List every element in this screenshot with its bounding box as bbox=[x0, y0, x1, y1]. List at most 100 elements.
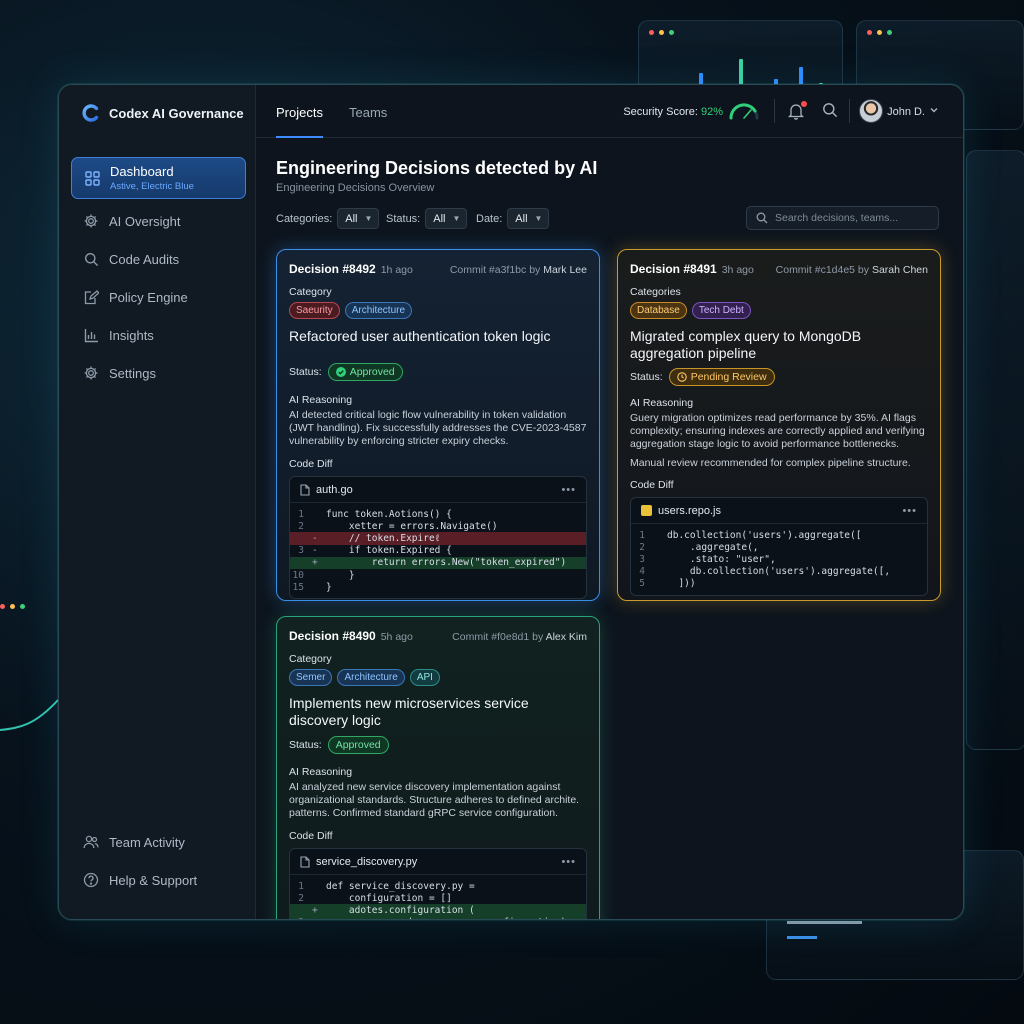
filter-label: Date: bbox=[476, 212, 503, 225]
code-text: db.collection('users').aggregate([, bbox=[667, 566, 891, 578]
tag[interactable]: Database bbox=[630, 302, 687, 319]
security-score-value: 92% bbox=[700, 106, 723, 118]
sidebar-item-insights[interactable]: Insights bbox=[71, 316, 246, 354]
filter-label: Status: bbox=[386, 212, 421, 225]
tag[interactable]: Saeurity bbox=[289, 302, 340, 319]
status-badge: Approved bbox=[327, 736, 389, 754]
line-number: 2 bbox=[298, 520, 304, 532]
reasoning-label: AI Reasoning bbox=[289, 766, 353, 778]
status-select[interactable]: All ▼ bbox=[425, 208, 468, 229]
commit-info[interactable]: Commit #f0e8d1 by Alex Kim bbox=[452, 631, 587, 643]
search-box[interactable] bbox=[746, 206, 939, 230]
tag[interactable]: Architecture bbox=[344, 302, 413, 319]
sidebar-item-ai-oversight[interactable]: AI Oversight bbox=[71, 202, 246, 240]
categories-select[interactable]: All ▼ bbox=[337, 208, 380, 229]
tag[interactable]: API bbox=[409, 669, 440, 686]
code-text: uneer.dzscoveryys = configuration), bbox=[326, 917, 572, 919]
diff-sign: - bbox=[312, 545, 318, 557]
filter-date: Date: All ▼ bbox=[476, 208, 550, 229]
user-name[interactable]: John D. bbox=[887, 106, 925, 118]
gauge-icon bbox=[729, 103, 759, 120]
sidebar-item-help-support[interactable]: Help & Support bbox=[71, 863, 246, 897]
filter-label: Categories: bbox=[276, 212, 333, 225]
review-note: Manual review recommended for complex pi… bbox=[630, 457, 911, 469]
status-label: Status: bbox=[289, 366, 322, 378]
line-number: 1 bbox=[639, 529, 645, 541]
code-line: 15} bbox=[290, 581, 586, 593]
notification-dot bbox=[801, 101, 807, 107]
grid-icon bbox=[84, 170, 100, 186]
js-file-icon bbox=[641, 505, 652, 516]
divider bbox=[849, 99, 850, 123]
file-icon bbox=[300, 483, 310, 496]
avatar[interactable] bbox=[859, 99, 883, 123]
more-options-icon[interactable]: ••• bbox=[561, 484, 576, 496]
reasoning-label: AI Reasoning bbox=[630, 397, 694, 409]
reasoning-text: AI detected critical logic flow vulnerab… bbox=[289, 409, 587, 447]
card-header: Decision #8491 3h ago Commit #c1d4e5 by … bbox=[630, 262, 928, 276]
tag[interactable]: Tech Debt bbox=[691, 302, 751, 319]
code-diff: users.repo.js ••• 1 db.collection('users'… bbox=[630, 497, 928, 596]
tab-projects[interactable]: Projects bbox=[276, 105, 323, 120]
tag-list: Saeurity Architecture bbox=[289, 302, 587, 319]
date-select[interactable]: All ▼ bbox=[507, 208, 550, 229]
sidebar-item-dashboard[interactable]: Dashboard Astive, Electric Blue bbox=[71, 157, 246, 199]
card-header: Decision #8492 1h ago Commit #a3f1bc by … bbox=[289, 262, 587, 276]
topbar: Projects Teams Security Score: 92% John … bbox=[256, 85, 963, 138]
sidebar-item-label: Team Activity bbox=[109, 834, 185, 850]
decision-title: Migrated complex query to MongoDB aggreg… bbox=[630, 328, 862, 361]
tab-teams[interactable]: Teams bbox=[349, 105, 387, 120]
sidebar: Codex AI Governance Dashboard Astive, El… bbox=[59, 85, 256, 919]
tag-list: Database Tech Debt bbox=[630, 302, 928, 319]
status-badge: Pending Review bbox=[668, 368, 775, 386]
brand-name: Codex AI Governance bbox=[109, 105, 244, 121]
code-line: 3 .stato: "user", bbox=[631, 553, 927, 565]
code-diff: service_discovery.py ••• 1 def service_di… bbox=[289, 848, 587, 919]
security-score: Security Score: 92% bbox=[623, 106, 723, 118]
window-dots bbox=[867, 30, 892, 35]
more-options-icon[interactable]: ••• bbox=[561, 856, 576, 868]
background-line-chart bbox=[0, 699, 59, 731]
decision-card[interactable]: Decision #8492 1h ago Commit #a3f1bc by … bbox=[276, 249, 600, 601]
category-label: Category bbox=[289, 653, 332, 665]
decision-title: Refactored user authentication token log… bbox=[289, 328, 551, 344]
brand[interactable]: Codex AI Governance bbox=[81, 103, 244, 123]
status-text: Pending Review bbox=[690, 371, 767, 383]
select-value: All bbox=[433, 212, 446, 225]
code-line: + return errors.New("token_expired") bbox=[290, 556, 586, 569]
gear-icon bbox=[83, 213, 99, 229]
tag[interactable]: Semer bbox=[289, 669, 333, 686]
line-number: 1 bbox=[298, 880, 304, 892]
status-row: Status: Pending Review bbox=[630, 368, 928, 386]
commit-info[interactable]: Commit #c1d4e5 by Sarah Chen bbox=[776, 264, 928, 276]
main-content: Engineering Decisions detected by AI Eng… bbox=[256, 138, 963, 919]
sidebar-item-label: Help & Support bbox=[109, 872, 198, 888]
bell-icon[interactable] bbox=[787, 101, 807, 120]
sidebar-item-code-audits[interactable]: Code Audits bbox=[71, 240, 246, 278]
more-options-icon[interactable]: ••• bbox=[902, 505, 917, 517]
diff-sign: + bbox=[312, 557, 318, 569]
code-text: db.collection('users').aggregate([ bbox=[667, 529, 862, 541]
file-name: service_discovery.py bbox=[316, 855, 418, 868]
line-number: 10 bbox=[292, 569, 304, 581]
chevron-down-icon[interactable] bbox=[929, 105, 939, 118]
decision-card[interactable]: Decision #8490 5h ago Commit #f0e8d1 by … bbox=[276, 616, 600, 919]
decision-card[interactable]: Decision #8491 3h ago Commit #c1d4e5 by … bbox=[617, 249, 941, 601]
code-line: + adotes.configuration ( bbox=[290, 904, 586, 917]
sidebar-item-team-activity[interactable]: Team Activity bbox=[71, 825, 246, 859]
code-file-header: users.repo.js ••• bbox=[631, 498, 927, 524]
tag[interactable]: Architecture bbox=[337, 669, 405, 686]
code-line: 3+ uneer.dzscoveryys = configuration), bbox=[290, 916, 586, 919]
page-title: Engineering Decisions detected by AI bbox=[276, 158, 598, 178]
decision-title: Implements new microservices service dis… bbox=[289, 695, 529, 728]
bar-chart-icon bbox=[83, 327, 99, 343]
search-icon[interactable] bbox=[822, 102, 840, 120]
code-text: return errors.New("token_expired") bbox=[326, 557, 567, 569]
commit-author: Alex Kim bbox=[545, 631, 587, 643]
commit-info[interactable]: Commit #a3f1bc by Mark Lee bbox=[450, 264, 587, 276]
sidebar-item-settings[interactable]: Settings bbox=[71, 354, 246, 392]
search-input[interactable] bbox=[775, 212, 925, 224]
code-text: configuration = [] bbox=[326, 892, 452, 904]
category-label: Categories bbox=[630, 286, 681, 298]
sidebar-item-policy-engine[interactable]: Policy Engine bbox=[71, 278, 246, 316]
